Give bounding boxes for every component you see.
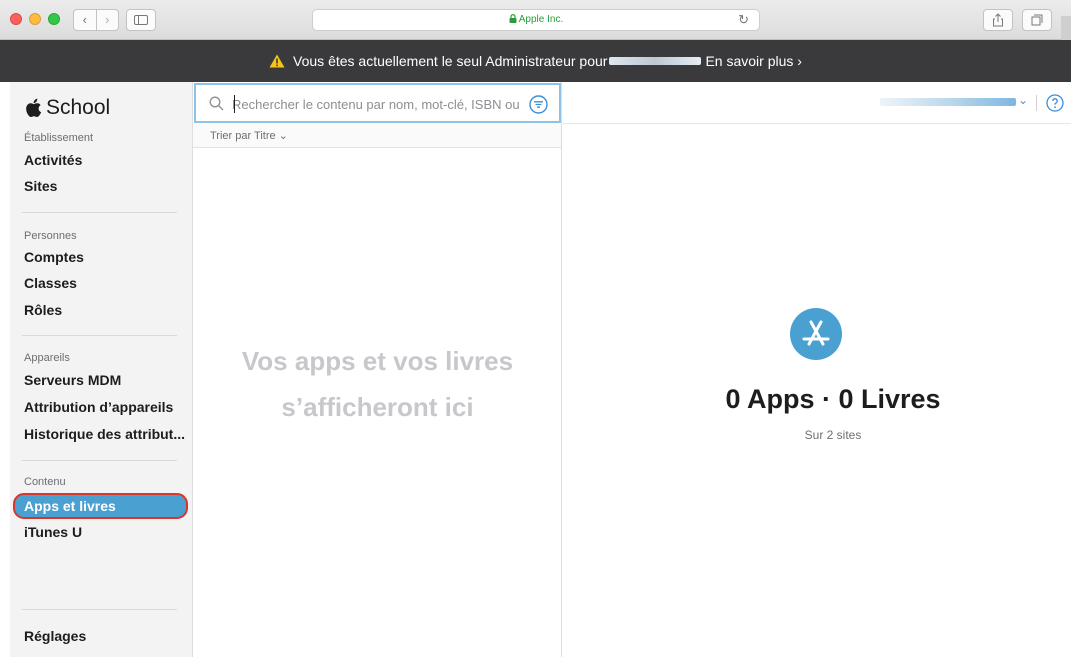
apple-logo-icon bbox=[26, 98, 42, 117]
sites-count: Sur 2 sites bbox=[804, 428, 862, 442]
section-label-contenu: Contenu bbox=[24, 476, 66, 488]
app-store-icon bbox=[790, 308, 842, 360]
summary-pane: ⌄ 0 Apps · 0 Livres Sur 2 sites bbox=[563, 82, 1071, 657]
sidebar-divider bbox=[22, 460, 177, 461]
minimize-window-button[interactable] bbox=[29, 13, 41, 25]
new-tab-edge[interactable] bbox=[1061, 16, 1071, 40]
address-bar[interactable]: Apple Inc. ↻ bbox=[312, 9, 760, 31]
reload-icon[interactable]: ↻ bbox=[738, 12, 749, 28]
sort-menu[interactable]: Trier par Titre ⌄ bbox=[193, 124, 561, 148]
lock-icon bbox=[509, 14, 517, 23]
url-display: Apple Inc. bbox=[313, 14, 759, 25]
account-header: ⌄ bbox=[563, 82, 1071, 124]
close-window-button[interactable] bbox=[10, 13, 22, 25]
zoom-window-button[interactable] bbox=[48, 13, 60, 25]
admin-warning-banner: Vous êtes actuellement le seul Administr… bbox=[0, 40, 1071, 82]
browser-toolbar: ‹ › Apple Inc. ↻ bbox=[0, 0, 1071, 40]
section-label-etablissement: Établissement bbox=[24, 132, 94, 144]
redacted-organization bbox=[609, 57, 702, 65]
search-bar bbox=[194, 83, 561, 123]
search-icon bbox=[209, 96, 224, 111]
sidebar-item-itunes-u[interactable]: iTunes U bbox=[24, 524, 82, 540]
apps-books-count: 0 Apps · 0 Livres bbox=[725, 384, 941, 414]
search-input[interactable] bbox=[232, 94, 522, 114]
brand-name: School bbox=[46, 96, 111, 119]
sidebar-item-comptes[interactable]: Comptes bbox=[24, 249, 84, 265]
content-list-pane: Trier par Titre ⌄ Vos apps et vos livres… bbox=[193, 82, 562, 657]
filter-icon[interactable] bbox=[529, 95, 548, 114]
sidebar-item-serveurs-mdm[interactable]: Serveurs MDM bbox=[24, 372, 121, 388]
empty-state-message: Vos apps et vos livres s’afficheront ici bbox=[241, 346, 514, 422]
brand-logo: School bbox=[24, 96, 110, 120]
sidebar-item-historique-attributions[interactable]: Historique des attribut... bbox=[24, 426, 185, 442]
sidebar: School Établissement Activités Sites Per… bbox=[10, 82, 193, 657]
url-text: Apple Inc. bbox=[518, 14, 564, 25]
sidebar-item-reglages[interactable]: Réglages bbox=[24, 628, 86, 644]
header-separator bbox=[1036, 95, 1037, 111]
section-label-personnes: Personnes bbox=[24, 230, 77, 242]
sidebar-toggle-icon[interactable] bbox=[126, 9, 156, 31]
banner-message: Vous êtes actuellement le seul Administr… bbox=[293, 53, 608, 69]
sidebar-item-attribution-appareils[interactable]: Attribution d’appareils bbox=[24, 399, 173, 415]
sidebar-item-roles[interactable]: Rôles bbox=[24, 302, 62, 318]
section-label-appareils: Appareils bbox=[24, 352, 70, 364]
sidebar-item-activites[interactable]: Activités bbox=[24, 152, 82, 168]
sidebar-item-sites[interactable]: Sites bbox=[24, 178, 57, 194]
share-icon[interactable] bbox=[983, 9, 1013, 31]
back-icon[interactable]: ‹ bbox=[74, 10, 96, 30]
tabs-icon[interactable] bbox=[1022, 9, 1052, 31]
redacted-account-name[interactable] bbox=[880, 98, 1016, 106]
warning-icon bbox=[269, 54, 285, 68]
sidebar-item-apps-et-livres[interactable]: Apps et livres bbox=[13, 493, 188, 519]
forward-icon[interactable]: › bbox=[95, 10, 119, 30]
learn-more-link[interactable]: En savoir plus › bbox=[705, 53, 801, 69]
history-nav-group: ‹ › bbox=[73, 9, 119, 31]
sidebar-item-classes[interactable]: Classes bbox=[24, 275, 77, 291]
sidebar-divider bbox=[22, 212, 177, 213]
sidebar-divider bbox=[22, 609, 177, 610]
sidebar-divider bbox=[22, 335, 177, 336]
chevron-down-icon[interactable]: ⌄ bbox=[1018, 93, 1028, 107]
text-caret bbox=[234, 95, 235, 113]
help-icon[interactable] bbox=[1046, 94, 1064, 112]
